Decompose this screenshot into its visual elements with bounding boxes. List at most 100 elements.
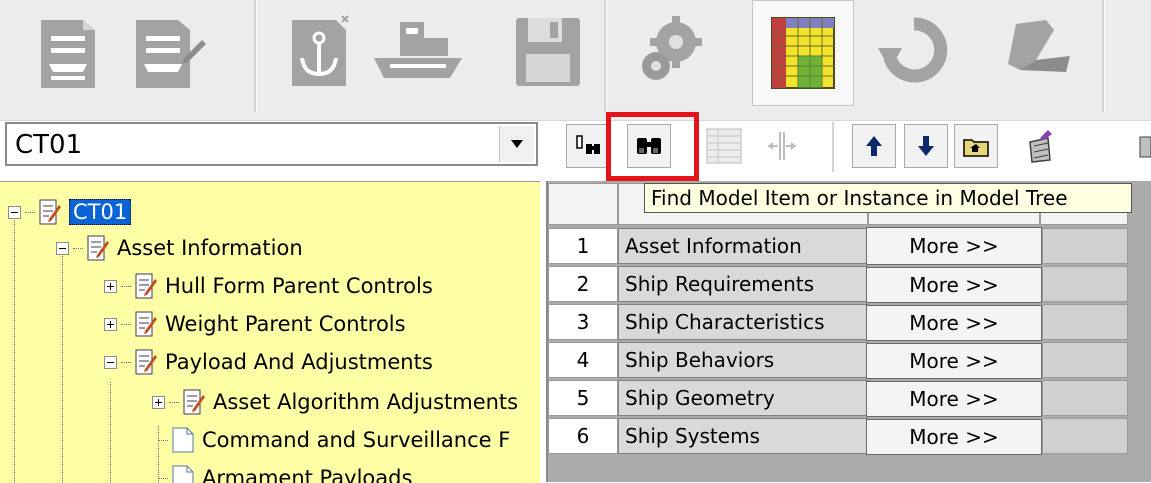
row-name-cell[interactable]: Ship Systems (618, 418, 868, 454)
grid-cell (1042, 342, 1128, 378)
grid-cell (1042, 418, 1128, 454)
collapse-toggle[interactable] (104, 355, 117, 369)
binoculars-small-icon (576, 135, 600, 154)
overflow-toolbar-button[interactable] (1136, 124, 1151, 168)
split-view-button[interactable] (760, 124, 804, 168)
toolbar-separator (1102, 0, 1105, 112)
comment-icon (1008, 20, 1070, 72)
more-button[interactable]: More >> (866, 419, 1042, 455)
clear-button[interactable] (1018, 124, 1062, 168)
expand-toggle[interactable] (152, 395, 165, 409)
gear-settings-icon (642, 16, 702, 80)
ship-model-button[interactable] (370, 0, 466, 104)
tree-node-label: Command and Surveillance F (202, 428, 511, 452)
row-number: 2 (548, 266, 618, 302)
move-down-button[interactable] (904, 124, 948, 168)
tree-connector (62, 250, 63, 483)
ship-model-icon (374, 22, 462, 78)
tooltip: Find Model Item or Instance in Model Tre… (644, 183, 1132, 213)
table-view-button[interactable] (702, 124, 746, 168)
row-number: 5 (548, 380, 618, 416)
paint-bucket-icon (1029, 130, 1052, 163)
model-selector-combo[interactable]: CT01 (5, 122, 538, 166)
tree-connector (110, 382, 111, 483)
toolbar-separator (832, 122, 835, 172)
blank-document-icon (172, 427, 194, 453)
save-button[interactable] (500, 0, 596, 104)
grid-cell (1042, 304, 1128, 340)
grid-cell (1042, 380, 1128, 416)
tree-node-label: Armament Payloads (202, 466, 413, 483)
anchor-document-icon (292, 15, 349, 86)
grid-corner-header (548, 183, 618, 225)
combo-dropdown-button[interactable] (499, 126, 534, 162)
blank-document-icon (172, 465, 194, 483)
properties-grid: 1 Asset Information More >> 2 Ship Requi… (546, 181, 1151, 482)
tree-node-label: Weight Parent Controls (165, 312, 406, 336)
folder-up-icon (963, 139, 989, 157)
ship-profile-button[interactable] (20, 0, 116, 104)
row-name-cell[interactable]: Ship Behaviors (618, 342, 868, 378)
split-arrows-icon (768, 132, 796, 160)
row-name-cell[interactable]: Ship Geometry (618, 380, 868, 416)
row-number: 4 (548, 342, 618, 378)
toolbar-separator (254, 0, 257, 112)
tree-connector (14, 210, 15, 483)
tree-node-ct01[interactable]: CT01 (8, 195, 132, 229)
gear-button[interactable] (622, 0, 718, 104)
chevron-down-icon (511, 140, 523, 148)
tree-node-payload-and-adjustments[interactable]: Payload And Adjustments (104, 345, 433, 379)
row-name-cell[interactable]: Asset Information (618, 228, 868, 264)
tree-node-asset-information[interactable]: Asset Information (56, 231, 303, 265)
grid-cell (1042, 228, 1128, 264)
document-edit-icon (87, 235, 109, 261)
up-folder-button[interactable] (954, 124, 998, 168)
document-edit-icon (135, 311, 157, 337)
row-number: 6 (548, 418, 618, 454)
more-button[interactable]: More >> (866, 305, 1042, 341)
document-edit-icon (183, 389, 205, 415)
tree-node-label: Payload And Adjustments (165, 350, 433, 374)
partial-icon (1139, 136, 1151, 158)
tree-node-weight-parent-controls[interactable]: Weight Parent Controls (104, 307, 406, 341)
more-button[interactable]: More >> (866, 343, 1042, 379)
toolbar-separator (604, 0, 607, 112)
move-up-button[interactable] (852, 124, 896, 168)
tree-connector (158, 426, 159, 483)
arrow-down-icon (918, 136, 934, 156)
tree-node-label: Asset Algorithm Adjustments (213, 390, 519, 414)
highlight-box (606, 112, 699, 181)
more-button[interactable]: More >> (866, 267, 1042, 303)
model-tree: CT01 Asset Information Hull Form Parent … (0, 181, 540, 483)
anchor-button[interactable] (270, 0, 366, 104)
main-toolbar (0, 0, 1151, 121)
spreadsheet-button[interactable] (752, 0, 854, 106)
tree-node-label: Asset Information (117, 236, 303, 260)
grid-cell (1042, 266, 1128, 302)
document-edit-icon (39, 199, 61, 225)
tree-node-label: Hull Form Parent Controls (165, 274, 433, 298)
comment-button[interactable] (988, 0, 1084, 104)
more-button[interactable]: More >> (866, 381, 1042, 417)
refresh-icon (878, 17, 948, 83)
collapse-toggle[interactable] (8, 205, 21, 219)
expand-toggle[interactable] (104, 317, 117, 331)
tree-node-command-and-surveillance[interactable]: Command and Surveillance F (158, 423, 511, 457)
tree-node-asset-algorithm-adjustments[interactable]: Asset Algorithm Adjustments (152, 385, 518, 419)
find-item-button[interactable] (566, 124, 610, 168)
save-disk-icon (516, 18, 580, 86)
row-name-cell[interactable]: Ship Requirements (618, 266, 868, 302)
arrow-up-icon (866, 136, 882, 156)
more-button[interactable]: More >> (866, 227, 1042, 265)
document-edit-icon (135, 273, 157, 299)
document-edit-icon (135, 349, 157, 375)
tree-node-armament-payloads[interactable]: Armament Payloads (158, 461, 413, 483)
tree-node-label: CT01 (69, 199, 132, 225)
row-number: 1 (548, 228, 618, 264)
tree-node-hull-form-parent-controls[interactable]: Hull Form Parent Controls (104, 269, 433, 303)
collapse-toggle[interactable] (56, 241, 69, 255)
expand-toggle[interactable] (104, 279, 117, 293)
refresh-button[interactable] (866, 0, 962, 104)
row-name-cell[interactable]: Ship Characteristics (618, 304, 868, 340)
ship-profile-edit-button[interactable] (120, 0, 216, 104)
